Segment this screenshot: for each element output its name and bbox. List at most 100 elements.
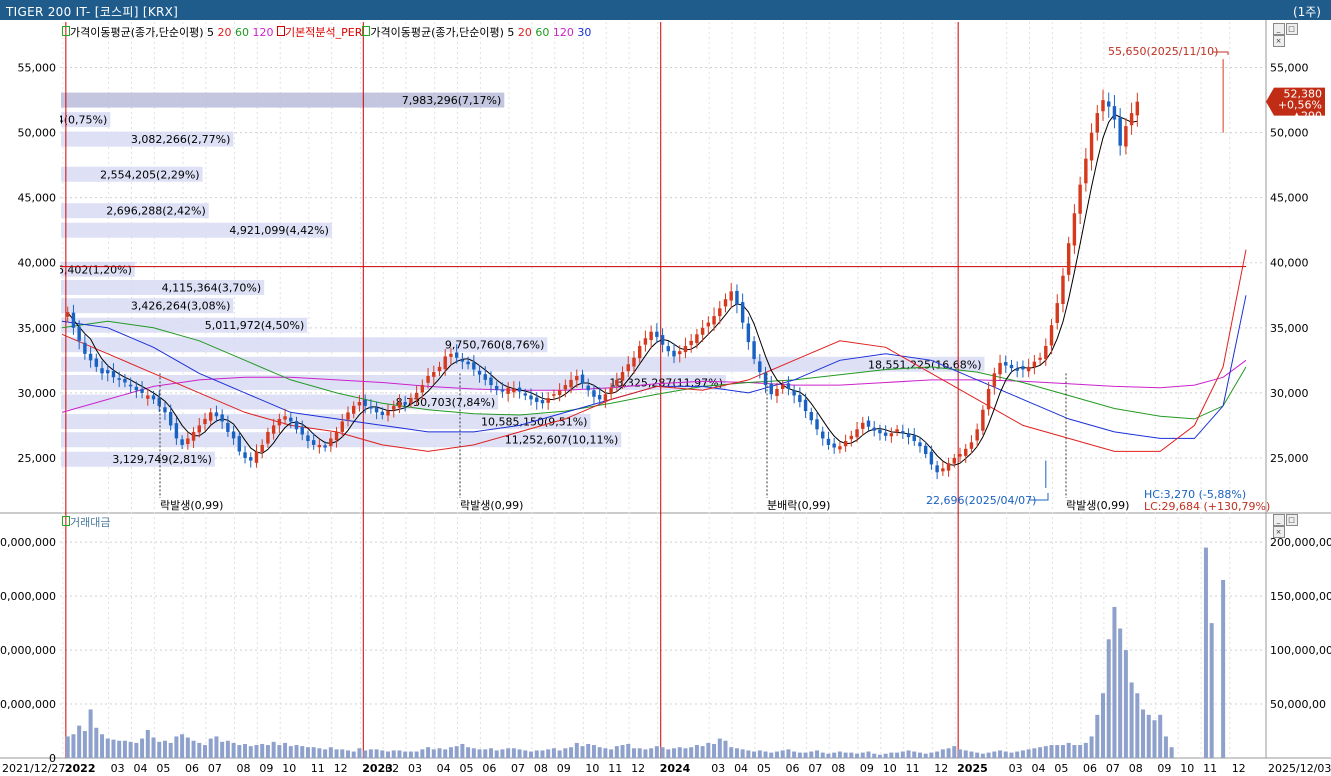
volume-bar <box>157 741 162 758</box>
candle-body <box>575 375 579 381</box>
volume-bar <box>471 748 476 758</box>
volume-bar <box>1118 628 1123 758</box>
x-tick: 04 <box>133 762 147 775</box>
close-icon[interactable]: × <box>1273 35 1285 47</box>
candle-body <box>672 350 676 357</box>
volume-bar <box>631 748 636 758</box>
candle-body <box>392 405 396 410</box>
volume-bar <box>1072 745 1077 758</box>
volume-bar <box>1129 682 1134 758</box>
candle-body <box>746 323 751 343</box>
close-icon[interactable]: × <box>1273 526 1285 538</box>
volume-bar <box>225 740 230 758</box>
volume-label[interactable]: 거래대금 <box>70 516 110 529</box>
volume-bar <box>271 741 276 758</box>
candle-body <box>128 384 133 387</box>
x-tick: 09 <box>557 762 571 775</box>
volume-bar <box>180 734 185 758</box>
volume-bar <box>511 748 516 758</box>
x-tick: 2021/12/27 <box>2 762 65 775</box>
volume-bar <box>1089 736 1094 758</box>
candle-body <box>1129 113 1134 126</box>
volume-bar <box>374 749 379 758</box>
maximize-icon[interactable]: □ <box>1286 23 1298 35</box>
candle-body <box>523 393 528 396</box>
candle-body <box>912 435 916 442</box>
volume-bar <box>1146 714 1151 758</box>
minimize-icon[interactable]: _ <box>1273 23 1285 35</box>
legend-box-icon[interactable] <box>277 26 286 36</box>
volume-tick-left: 00,000,000 <box>0 644 56 657</box>
candle-body <box>1004 362 1008 366</box>
x-tick: 12 <box>934 762 948 775</box>
candle-body <box>889 433 894 437</box>
candle-body <box>878 429 882 434</box>
volume-bar <box>1049 745 1054 758</box>
candle-body <box>826 438 831 445</box>
candle-body <box>895 429 899 432</box>
volume-bar <box>185 737 190 758</box>
x-tick: 09 <box>860 762 874 775</box>
volume-bar <box>752 751 757 758</box>
per-label[interactable]: 기본적분석_PER <box>285 26 362 39</box>
candle-body <box>294 421 299 430</box>
candle-body <box>94 358 99 367</box>
volume-bar <box>734 748 739 758</box>
volume-bar <box>849 752 854 758</box>
volume-bar <box>426 747 431 758</box>
window-titlebar: TIGER 200 IT- [코스피] [KRX] (1주) <box>0 0 1331 20</box>
maximize-icon[interactable]: □ <box>1286 514 1298 526</box>
price-tick-left: 40,000 <box>18 257 57 270</box>
x-tick: 08 <box>831 762 845 775</box>
volume-bar <box>368 749 373 758</box>
volume-bar <box>357 748 362 758</box>
volume-bar <box>591 745 596 758</box>
candle-body <box>369 406 373 409</box>
volume-tick-right: 150,000,00 <box>1270 590 1331 603</box>
volume-bar <box>672 748 677 758</box>
candle-body <box>609 387 613 394</box>
volume-bar <box>649 748 654 758</box>
volume-panel-controls[interactable]: _ □× <box>1273 514 1311 538</box>
candle-body <box>83 342 87 354</box>
volume-bar <box>586 743 591 758</box>
volume-bar <box>294 745 299 758</box>
volume-bar <box>1015 751 1020 758</box>
price-panel-controls[interactable]: _ □× <box>1273 23 1311 47</box>
volume-bar <box>1009 752 1014 758</box>
stock-chart[interactable]: 7,983,296(7,17%)832,824(0,75%)3,082,266(… <box>0 20 1331 776</box>
candle-body <box>529 395 533 400</box>
volume-bar <box>877 754 882 758</box>
minimize-icon[interactable]: _ <box>1273 514 1285 526</box>
candle-body <box>712 316 716 325</box>
volume-bar <box>414 751 419 758</box>
volume-bar <box>448 747 453 758</box>
volume-bar <box>626 743 631 758</box>
ma-periods-1: 5 20 60 120 <box>207 26 277 39</box>
candle-body <box>1026 366 1031 372</box>
candle-body <box>249 457 253 461</box>
volume-bar <box>809 751 814 758</box>
x-tick: 03 <box>1009 762 1023 775</box>
volume-bar <box>740 749 745 758</box>
candle-body <box>311 440 316 445</box>
volume-bar <box>71 734 76 758</box>
volume-bar <box>815 750 820 758</box>
candle-body <box>861 422 865 429</box>
period-label[interactable]: (1주) <box>1293 3 1321 20</box>
volume-bar <box>551 748 556 758</box>
legend-box-icon[interactable] <box>62 26 70 36</box>
volume-bar <box>935 751 940 758</box>
price-tick-right: 50,000 <box>1270 127 1309 140</box>
volume-bar <box>506 748 511 758</box>
candle-body <box>803 399 808 412</box>
candle-body <box>752 341 756 360</box>
candle-body <box>123 378 127 383</box>
x-tick: 10 <box>282 762 296 775</box>
ma-label-1[interactable]: 가격이동평균(종가,단순이평) <box>70 26 204 39</box>
ma-label-2[interactable]: 가격이동평균(종가,단순이평) <box>370 26 504 39</box>
volume-bar <box>614 746 619 758</box>
legend-box-icon[interactable] <box>62 516 70 526</box>
volume-bar <box>1038 747 1043 758</box>
candle-body <box>380 411 385 416</box>
